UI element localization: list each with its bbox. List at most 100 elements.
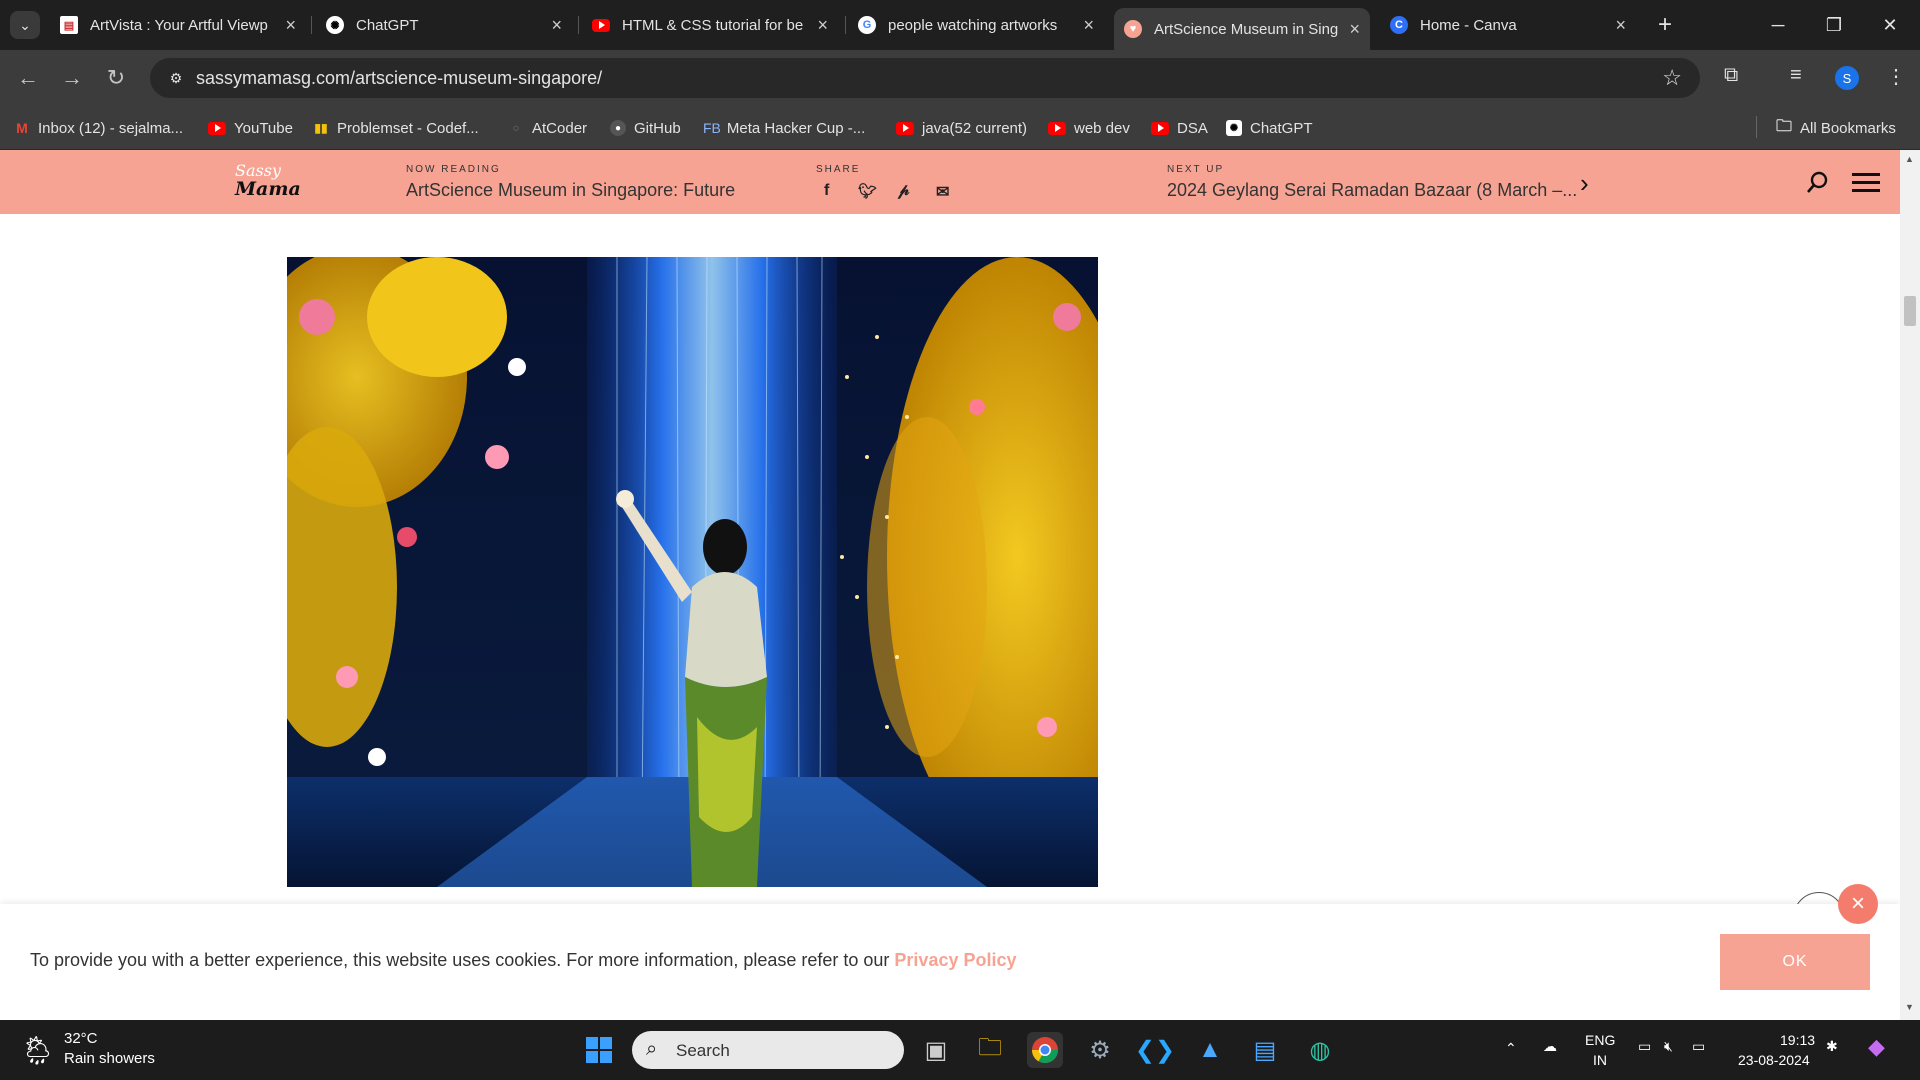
tab-google-search[interactable]: G people watching artworks × bbox=[848, 8, 1104, 42]
hamburger-menu-icon[interactable] bbox=[1852, 172, 1880, 194]
show-hidden-icons-icon[interactable]: ⌃ bbox=[1505, 1040, 1517, 1057]
facebook-icon[interactable]: f bbox=[824, 182, 829, 200]
network-icon[interactable]: ▭ bbox=[1638, 1038, 1651, 1055]
page-scrollbar[interactable]: ▲ ▼ bbox=[1900, 150, 1920, 1020]
media-control-icon[interactable]: ≡ bbox=[1790, 64, 1802, 87]
close-tab-icon[interactable]: × bbox=[817, 15, 828, 36]
close-tab-icon[interactable]: × bbox=[1615, 15, 1626, 36]
arrow-left-icon: ← bbox=[17, 65, 39, 90]
pinterest-icon[interactable]: 𝓅 bbox=[898, 182, 909, 200]
cookie-close-button[interactable]: × bbox=[1838, 884, 1878, 924]
close-tab-icon[interactable]: × bbox=[551, 15, 562, 36]
cookie-banner: To provide you with a better experience,… bbox=[0, 904, 1900, 1020]
onedrive-icon[interactable]: ☁ bbox=[1543, 1038, 1557, 1055]
privacy-policy-link[interactable]: Privacy Policy bbox=[894, 950, 1016, 970]
sassy-mama-logo[interactable]: Sassy Mama bbox=[235, 162, 301, 199]
tab-artvista[interactable]: ▤ ArtVista : Your Artful Viewp × bbox=[50, 8, 306, 42]
canva-icon: C bbox=[1390, 16, 1408, 34]
youtube-icon bbox=[896, 121, 914, 135]
email-icon[interactable]: ✉ bbox=[936, 182, 949, 202]
tab-search-button[interactable]: ⌄ bbox=[10, 11, 40, 39]
tab-html-css[interactable]: HTML & CSS tutorial for be × bbox=[582, 8, 838, 42]
bookmark-github[interactable]: ● GitHub bbox=[610, 117, 681, 139]
cookie-message: To provide you with a better experience,… bbox=[30, 950, 1017, 970]
reload-button[interactable]: ↻ bbox=[100, 62, 132, 94]
all-bookmarks[interactable]: 🗀 All Bookmarks bbox=[1776, 117, 1896, 139]
profile-avatar[interactable]: S bbox=[1835, 66, 1859, 90]
photos-icon[interactable]: ▲ bbox=[1192, 1032, 1228, 1068]
more-menu-icon[interactable]: ⋮ bbox=[1886, 64, 1906, 89]
notifications-bell-icon[interactable]: ✱ bbox=[1826, 1038, 1838, 1055]
windows-start-icon[interactable] bbox=[581, 1032, 617, 1068]
taskbar-search-box[interactable]: ⌕ Search bbox=[632, 1031, 904, 1069]
windows-taskbar: 🌦︎ 32°C Rain showers ⌕ Search ▣ 🗀 ⚙ ❮❯ ▲… bbox=[0, 1020, 1920, 1080]
bookmark-web-dev[interactable]: web dev bbox=[1048, 117, 1130, 139]
settings-gear-icon[interactable]: ⚙ bbox=[1082, 1032, 1118, 1068]
battery-icon[interactable]: ▭ bbox=[1692, 1038, 1705, 1055]
clock-date[interactable]: 23-08-2024 bbox=[1738, 1052, 1810, 1068]
chrome-icon[interactable] bbox=[1027, 1032, 1063, 1068]
close-window-button[interactable]: ✕ bbox=[1862, 0, 1918, 50]
address-bar[interactable]: ⚙ sassymamasg.com/artscience-museum-sing… bbox=[150, 58, 1700, 98]
next-up-title[interactable]: 2024 Geylang Serai Ramadan Bazaar (8 Mar… bbox=[1167, 180, 1577, 201]
close-icon: ✕ bbox=[1882, 14, 1898, 35]
chatgpt-icon: ✺ bbox=[1226, 120, 1242, 136]
close-tab-icon[interactable]: × bbox=[1083, 15, 1094, 36]
bookmark-codeforces[interactable]: ▮▮ Problemset - Codef... bbox=[313, 117, 478, 139]
youtube-icon bbox=[208, 121, 226, 135]
minimize-button[interactable]: ─ bbox=[1750, 0, 1806, 50]
tab-canva[interactable]: C Home - Canva × bbox=[1380, 8, 1636, 42]
twitter-icon[interactable]: 🐦︎ bbox=[858, 182, 877, 200]
atcoder-icon: ◌ bbox=[513, 122, 519, 134]
chatgpt-icon: ✺ bbox=[326, 16, 344, 34]
clock-time[interactable]: 19:13 bbox=[1780, 1032, 1815, 1048]
share-label: SHARE bbox=[816, 164, 861, 175]
web-page: Sassy Mama NOW READING ArtScience Museum… bbox=[0, 150, 1900, 1020]
codeforces-icon: ▮▮ bbox=[314, 121, 328, 135]
back-button[interactable]: ← bbox=[12, 62, 44, 94]
tab-chatgpt[interactable]: ✺ ChatGPT × bbox=[316, 8, 572, 42]
vscode-icon[interactable]: ❮❯ bbox=[1135, 1032, 1175, 1068]
hero-image bbox=[287, 257, 1098, 887]
file-explorer-icon[interactable]: 🗀 bbox=[972, 1032, 1008, 1068]
bookmark-star-icon[interactable]: ☆ bbox=[1662, 65, 1682, 91]
new-tab-button[interactable]: + bbox=[1650, 10, 1680, 40]
bookmark-atcoder[interactable]: ◌ AtCoder bbox=[508, 117, 587, 139]
bookmark-meta-hacker-cup[interactable]: FB Meta Hacker Cup -... bbox=[703, 117, 865, 139]
tab-artscience-active[interactable]: ♥ ArtScience Museum in Sing × bbox=[1114, 8, 1370, 50]
extensions-icon[interactable]: ⧉ bbox=[1724, 64, 1738, 87]
bookmark-gmail[interactable]: M Inbox (12) - sejalma... bbox=[14, 117, 183, 139]
reload-icon: ↻ bbox=[106, 65, 126, 90]
language-in[interactable]: IN bbox=[1593, 1052, 1607, 1068]
bookmark-youtube[interactable]: YouTube bbox=[208, 117, 293, 139]
minimize-icon: ─ bbox=[1771, 14, 1785, 35]
scroll-down-arrow-icon[interactable]: ▼ bbox=[1905, 1002, 1914, 1012]
next-up-label: NEXT UP bbox=[1167, 164, 1225, 175]
volume-muted-icon[interactable]: 🔇︎ bbox=[1664, 1038, 1673, 1055]
scroll-up-arrow-icon[interactable]: ▲ bbox=[1905, 154, 1914, 164]
search-icon[interactable] bbox=[1806, 170, 1830, 194]
arrow-right-icon: → bbox=[61, 65, 83, 90]
language-eng[interactable]: ENG bbox=[1585, 1032, 1615, 1048]
scrollbar-thumb[interactable] bbox=[1904, 296, 1916, 326]
bookmarks-bar: M Inbox (12) - sejalma... YouTube ▮▮ Pro… bbox=[0, 106, 1920, 150]
notepad-icon[interactable]: ▤ bbox=[1247, 1032, 1283, 1068]
edge-icon[interactable]: ◍ bbox=[1302, 1032, 1338, 1068]
cookie-ok-button[interactable]: OK bbox=[1720, 934, 1870, 990]
close-tab-icon[interactable]: × bbox=[1349, 19, 1360, 40]
folder-icon: 🗀 bbox=[1776, 117, 1793, 135]
site-info-icon[interactable]: ⚙ bbox=[162, 64, 190, 92]
bookmark-chatgpt[interactable]: ✺ ChatGPT bbox=[1226, 117, 1313, 139]
bookmark-java[interactable]: java(52 current) bbox=[896, 117, 1027, 139]
google-icon: G bbox=[858, 16, 876, 34]
bookmark-dsa[interactable]: DSA bbox=[1151, 117, 1208, 139]
chevron-right-icon[interactable]: › bbox=[1580, 168, 1589, 199]
copilot-icon[interactable]: ◆ bbox=[1868, 1034, 1885, 1060]
chevron-down-icon: ⌄ bbox=[19, 16, 31, 33]
task-view-icon[interactable]: ▣ bbox=[918, 1032, 954, 1068]
site-header: Sassy Mama NOW READING ArtScience Museum… bbox=[0, 150, 1900, 214]
forward-button[interactable]: → bbox=[56, 62, 88, 94]
url-text[interactable]: sassymamasg.com/artscience-museum-singap… bbox=[196, 68, 602, 89]
restore-button[interactable]: ❐ bbox=[1806, 0, 1862, 50]
close-tab-icon[interactable]: × bbox=[285, 15, 296, 36]
